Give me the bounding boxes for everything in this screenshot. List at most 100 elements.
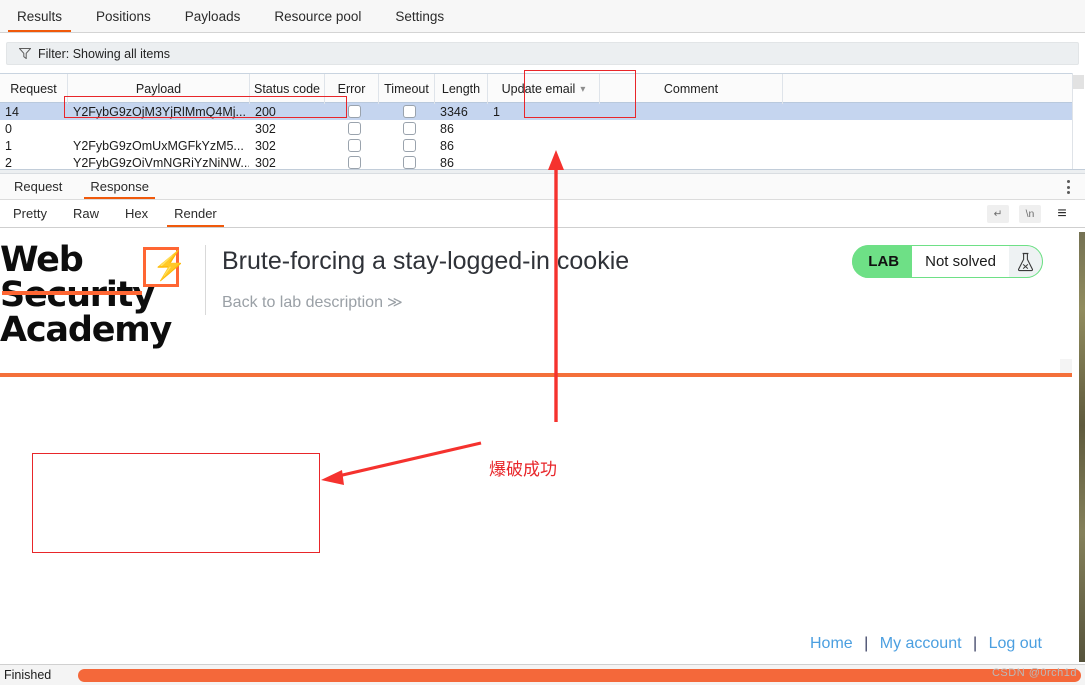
nav-link-my-account[interactable]: My account xyxy=(880,635,962,652)
filter-label: Filter: Showing all items xyxy=(38,46,170,61)
filter-bar[interactable]: Filter: Showing all items xyxy=(6,42,1079,65)
tab-results[interactable]: Results xyxy=(0,0,79,32)
cell-update-email xyxy=(488,137,600,154)
more-options-icon[interactable] xyxy=(1061,177,1075,197)
tab-render[interactable]: Render xyxy=(161,200,230,227)
cell-update-email xyxy=(488,120,600,137)
cell-error xyxy=(325,103,379,120)
error-checkbox[interactable] xyxy=(347,139,361,152)
error-checkbox[interactable] xyxy=(347,156,361,169)
double-chevron-right-icon: ≫ xyxy=(386,294,403,311)
wsa-logo-underline xyxy=(2,291,142,295)
status-bar: Finished xyxy=(0,664,1085,685)
column-header-error[interactable]: Error xyxy=(325,74,379,104)
show-newlines-icon[interactable]: \n xyxy=(1019,205,1041,223)
tab-settings[interactable]: Settings xyxy=(378,0,461,32)
results-scrollbar-thumb[interactable] xyxy=(1073,75,1084,89)
timeout-checkbox[interactable] xyxy=(402,156,416,169)
tab-resource-pool-label: Resource pool xyxy=(274,8,362,24)
cell-filler xyxy=(783,137,1073,154)
column-header-request[interactable]: Request xyxy=(0,74,68,104)
error-checkbox[interactable] xyxy=(347,105,361,118)
table-row[interactable]: 14 Y2FybG9zOjM3YjRlMmQ4Mj... 200 3346 1 xyxy=(0,103,1085,120)
cell-request: 1 xyxy=(5,138,12,153)
results-header-row: Request Payload Status code Error Timeou… xyxy=(0,73,1085,104)
column-header-payload[interactable]: Payload xyxy=(68,74,250,104)
column-header-timeout[interactable]: Timeout xyxy=(379,74,435,104)
column-header-payload-label: Payload xyxy=(135,82,182,96)
column-header-timeout-label: Timeout xyxy=(384,82,429,96)
lab-badge-tag: LAB xyxy=(852,245,913,278)
rendered-response-pane: Web Security Academy ⚡ Brute-forcing a s… xyxy=(0,229,1072,665)
table-row[interactable]: 1 Y2FybG9zOmUxMGFkYzM5... 302 86 xyxy=(0,137,1085,154)
error-checkbox[interactable] xyxy=(347,122,361,135)
timeout-checkbox[interactable] xyxy=(402,105,416,118)
tab-payloads-label: Payloads xyxy=(184,8,241,24)
column-header-filler xyxy=(783,74,1073,104)
cell-timeout xyxy=(379,120,435,137)
view-mode-tabbar: Pretty Raw Hex Render xyxy=(0,200,1085,228)
column-header-comment[interactable]: Comment xyxy=(600,74,783,104)
list-menu-icon[interactable]: ≡ xyxy=(1051,205,1073,223)
table-row[interactable]: 2 Y2FybG9zOiVmNGRiYzNiNW... 302 86 xyxy=(0,154,1085,169)
burp-intruder-window: Results Positions Payloads Resource pool… xyxy=(0,0,1085,685)
column-header-comment-label: Comment xyxy=(663,82,719,96)
cell-comment xyxy=(600,154,783,169)
wsa-site-header: Web Security Academy ⚡ Brute-forcing a s… xyxy=(0,229,1072,373)
page-title: Brute-forcing a stay-logged-in cookie xyxy=(222,247,630,275)
tab-request[interactable]: Request xyxy=(0,174,76,199)
cell-timeout xyxy=(379,103,435,120)
tab-payloads[interactable]: Payloads xyxy=(168,0,258,32)
timeout-checkbox[interactable] xyxy=(402,139,416,152)
tab-render-label: Render xyxy=(174,206,217,221)
chevron-down-icon[interactable]: ▾ xyxy=(580,84,585,95)
column-header-update-email[interactable]: Update email ▾ xyxy=(488,74,600,104)
cell-timeout xyxy=(379,137,435,154)
tab-positions[interactable]: Positions xyxy=(79,0,168,32)
tab-raw[interactable]: Raw xyxy=(60,200,112,227)
results-table: Request Payload Status code Error Timeou… xyxy=(0,73,1085,169)
tab-hex[interactable]: Hex xyxy=(112,200,161,227)
wsa-logo[interactable]: Web Security Academy ⚡ xyxy=(0,243,196,348)
tab-response[interactable]: Response xyxy=(76,174,163,199)
tab-request-label: Request xyxy=(14,179,63,194)
tab-pretty[interactable]: Pretty xyxy=(0,200,60,227)
status-badge: LAB Not solved xyxy=(852,245,1043,278)
column-header-length[interactable]: Length xyxy=(435,74,488,104)
cell-error xyxy=(325,137,379,154)
nav-link-log-out[interactable]: Log out xyxy=(989,635,1042,652)
timeout-checkbox[interactable] xyxy=(402,122,416,135)
cell-comment xyxy=(600,103,783,120)
cell-length: 86 xyxy=(440,121,454,136)
cell-filler xyxy=(783,120,1073,137)
tab-raw-label: Raw xyxy=(72,206,99,221)
tab-settings-label: Settings xyxy=(395,8,445,24)
column-header-request-label: Request xyxy=(10,82,57,96)
back-link-label: Back to lab description xyxy=(222,294,383,311)
wsa-logo-line2: Academy xyxy=(0,310,172,350)
cell-filler xyxy=(783,154,1073,169)
funnel-icon xyxy=(19,48,31,59)
column-header-length-label: Length xyxy=(441,82,481,96)
nav-separator: | xyxy=(864,635,869,652)
render-scrollbar-thumb[interactable] xyxy=(1060,229,1072,359)
tab-results-label: Results xyxy=(17,8,63,24)
nav-link-home[interactable]: Home xyxy=(810,635,853,652)
cell-status-code: 302 xyxy=(255,121,276,136)
cell-payload xyxy=(68,120,250,137)
header-divider xyxy=(205,245,206,315)
tab-positions-label: Positions xyxy=(96,8,151,24)
table-row[interactable]: 0 302 86 xyxy=(0,120,1085,137)
site-nav: Home | My account | Log out xyxy=(810,635,1042,653)
column-header-status-code[interactable]: Status code xyxy=(250,74,325,104)
column-header-update-email-label: Update email xyxy=(501,82,576,96)
cell-payload: Y2FybG9zOmUxMGFkYzM5... xyxy=(73,138,244,153)
status-text: Finished xyxy=(4,668,52,682)
back-to-lab-description-link[interactable]: Back to lab description ≫ xyxy=(222,293,403,312)
cell-length: 86 xyxy=(440,138,454,153)
word-wrap-icon[interactable]: ↵ xyxy=(987,205,1009,223)
cell-error xyxy=(325,154,379,169)
tab-resource-pool[interactable]: Resource pool xyxy=(257,0,378,32)
cell-filler xyxy=(783,103,1073,120)
cell-status-code: 200 xyxy=(255,104,276,119)
